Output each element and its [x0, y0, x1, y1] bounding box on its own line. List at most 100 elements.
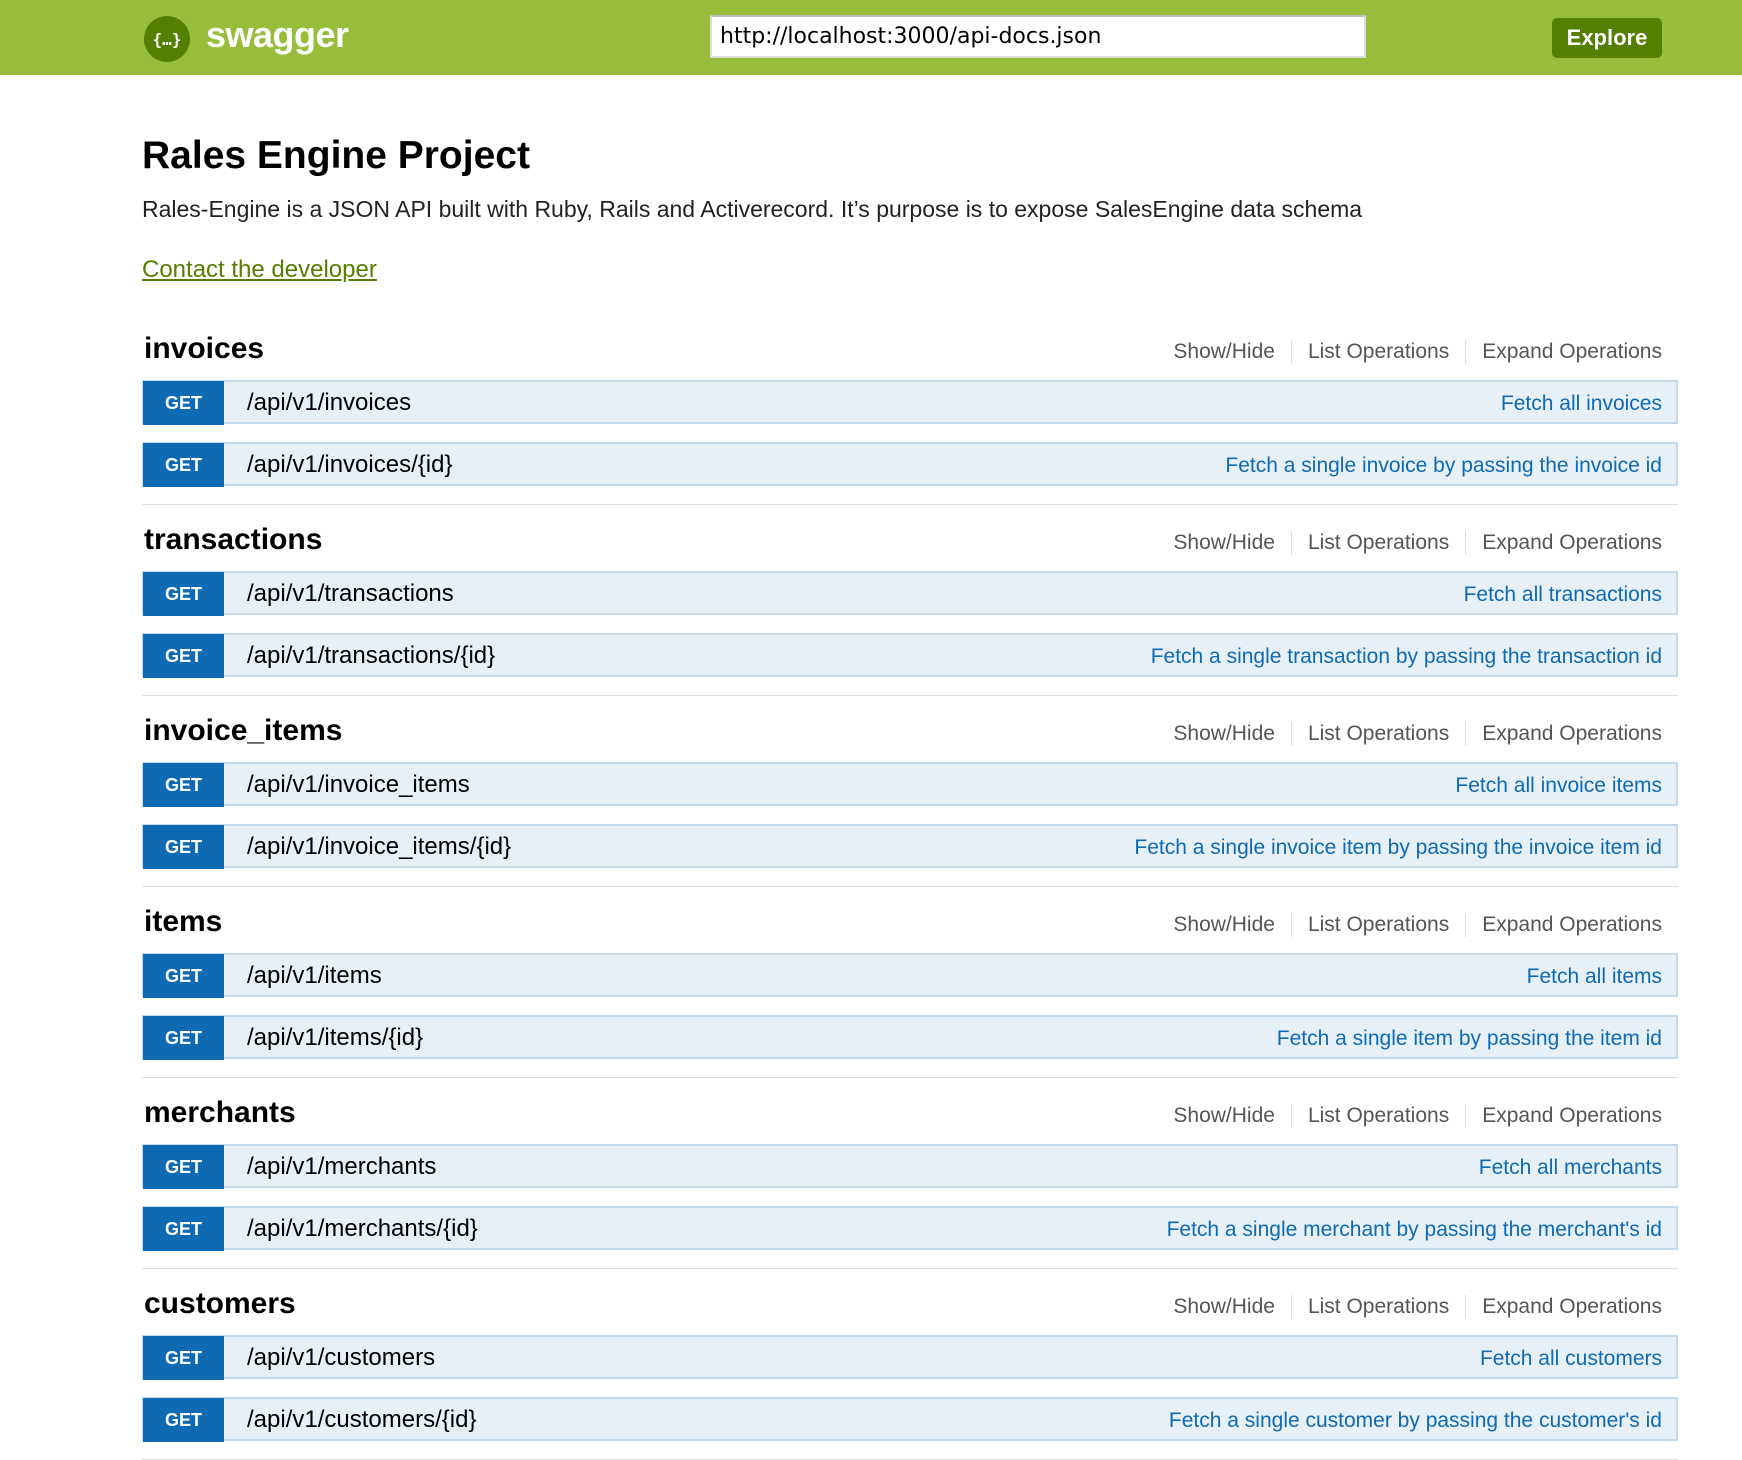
- show-hide-link[interactable]: Show/Hide: [1157, 722, 1291, 746]
- resource-operations-links: Show/Hide List Operations Expand Operati…: [1157, 722, 1662, 746]
- operation-summary[interactable]: Fetch all invoices: [1501, 392, 1662, 416]
- resource-header: invoice_items Show/Hide List Operations …: [142, 704, 1678, 762]
- http-method-badge[interactable]: GET: [143, 1336, 224, 1380]
- operation-path[interactable]: /api/v1/merchants: [247, 1153, 436, 1181]
- operation-summary[interactable]: Fetch all items: [1527, 965, 1662, 989]
- resource-header: transactions Show/Hide List Operations E…: [142, 513, 1678, 571]
- expand-operations-link[interactable]: Expand Operations: [1465, 722, 1662, 746]
- expand-operations-link[interactable]: Expand Operations: [1465, 1104, 1662, 1128]
- resource-name[interactable]: customers: [144, 1287, 296, 1321]
- swagger-logo-icon[interactable]: {…}: [144, 16, 190, 62]
- operation-summary[interactable]: Fetch all merchants: [1479, 1156, 1662, 1180]
- resource-operations-links: Show/Hide List Operations Expand Operati…: [1157, 1295, 1662, 1319]
- show-hide-link[interactable]: Show/Hide: [1157, 913, 1291, 937]
- operation-row[interactable]: GET /api/v1/customers Fetch all customer…: [142, 1335, 1678, 1380]
- operations: GET /api/v1/customers Fetch all customer…: [142, 1335, 1678, 1442]
- resource-operations-links: Show/Hide List Operations Expand Operati…: [1157, 1104, 1662, 1128]
- operations: GET /api/v1/merchants Fetch all merchant…: [142, 1144, 1678, 1251]
- http-method-badge[interactable]: GET: [143, 1398, 224, 1442]
- api-url-input[interactable]: [710, 15, 1366, 58]
- resource-header: invoices Show/Hide List Operations Expan…: [142, 322, 1678, 380]
- operation-row[interactable]: GET /api/v1/customers/{id} Fetch a singl…: [142, 1397, 1678, 1442]
- operation-summary[interactable]: Fetch a single invoice item by passing t…: [1134, 836, 1662, 860]
- operations: GET /api/v1/items Fetch all items GET /a…: [142, 953, 1678, 1060]
- operation-path[interactable]: /api/v1/invoice_items: [247, 771, 470, 799]
- resource-header: items Show/Hide List Operations Expand O…: [142, 895, 1678, 953]
- operation-row[interactable]: GET /api/v1/transactions Fetch all trans…: [142, 571, 1678, 616]
- operation-path[interactable]: /api/v1/invoices: [247, 389, 411, 417]
- operation-summary[interactable]: Fetch a single transaction by passing th…: [1151, 645, 1662, 669]
- operation-path[interactable]: /api/v1/items: [247, 962, 382, 990]
- operation-summary[interactable]: Fetch a single customer by passing the c…: [1169, 1409, 1662, 1433]
- http-method-badge[interactable]: GET: [143, 1207, 224, 1251]
- expand-operations-link[interactable]: Expand Operations: [1465, 340, 1662, 364]
- operation-row[interactable]: GET /api/v1/items Fetch all items: [142, 953, 1678, 998]
- resource-section: invoices Show/Hide List Operations Expan…: [142, 314, 1678, 505]
- operation-path[interactable]: /api/v1/customers: [247, 1344, 435, 1372]
- resource-operations-links: Show/Hide List Operations Expand Operati…: [1157, 340, 1662, 364]
- operation-row[interactable]: GET /api/v1/merchants Fetch all merchant…: [142, 1144, 1678, 1189]
- resource-list: invoices Show/Hide List Operations Expan…: [142, 314, 1678, 1460]
- operation-row[interactable]: GET /api/v1/invoice_items Fetch all invo…: [142, 762, 1678, 807]
- operation-row[interactable]: GET /api/v1/invoices/{id} Fetch a single…: [142, 442, 1678, 487]
- list-operations-link[interactable]: List Operations: [1290, 722, 1465, 746]
- explore-button[interactable]: Explore: [1552, 18, 1662, 58]
- list-operations-link[interactable]: List Operations: [1290, 531, 1465, 555]
- resource-name[interactable]: transactions: [144, 523, 322, 557]
- operation-summary[interactable]: Fetch a single item by passing the item …: [1277, 1027, 1662, 1051]
- show-hide-link[interactable]: Show/Hide: [1157, 1104, 1291, 1128]
- http-method-badge[interactable]: GET: [143, 763, 224, 807]
- show-hide-link[interactable]: Show/Hide: [1157, 531, 1291, 555]
- show-hide-link[interactable]: Show/Hide: [1157, 340, 1291, 364]
- resource-section: items Show/Hide List Operations Expand O…: [142, 887, 1678, 1078]
- resource-section: merchants Show/Hide List Operations Expa…: [142, 1078, 1678, 1269]
- operation-path[interactable]: /api/v1/merchants/{id}: [247, 1215, 478, 1243]
- expand-operations-link[interactable]: Expand Operations: [1465, 531, 1662, 555]
- operation-summary[interactable]: Fetch all transactions: [1464, 583, 1662, 607]
- operation-summary[interactable]: Fetch all customers: [1480, 1347, 1662, 1371]
- top-bar: {…} swagger Explore: [0, 0, 1742, 75]
- http-method-badge[interactable]: GET: [143, 1145, 224, 1189]
- operation-row[interactable]: GET /api/v1/transactions/{id} Fetch a si…: [142, 633, 1678, 678]
- operation-path[interactable]: /api/v1/transactions: [247, 580, 454, 608]
- resource-section: invoice_items Show/Hide List Operations …: [142, 696, 1678, 887]
- operation-row[interactable]: GET /api/v1/invoice_items/{id} Fetch a s…: [142, 824, 1678, 869]
- operations: GET /api/v1/invoices Fetch all invoices …: [142, 380, 1678, 487]
- http-method-badge[interactable]: GET: [143, 634, 224, 678]
- operation-row[interactable]: GET /api/v1/invoices Fetch all invoices: [142, 380, 1678, 425]
- swagger-logo-text[interactable]: swagger: [206, 14, 349, 56]
- operation-path[interactable]: /api/v1/transactions/{id}: [247, 642, 495, 670]
- operation-path[interactable]: /api/v1/customers/{id}: [247, 1406, 476, 1434]
- operation-summary[interactable]: Fetch a single invoice by passing the in…: [1225, 454, 1662, 478]
- http-method-badge[interactable]: GET: [143, 443, 224, 487]
- operations: GET /api/v1/transactions Fetch all trans…: [142, 571, 1678, 678]
- http-method-badge[interactable]: GET: [143, 1016, 224, 1060]
- contact-developer-link[interactable]: Contact the developer: [142, 256, 377, 284]
- list-operations-link[interactable]: List Operations: [1290, 1295, 1465, 1319]
- resource-name[interactable]: merchants: [144, 1096, 296, 1130]
- resource-name[interactable]: invoices: [144, 332, 264, 366]
- show-hide-link[interactable]: Show/Hide: [1157, 1295, 1291, 1319]
- operation-summary[interactable]: Fetch all invoice items: [1455, 774, 1662, 798]
- http-method-badge[interactable]: GET: [143, 381, 224, 425]
- list-operations-link[interactable]: List Operations: [1290, 340, 1465, 364]
- operation-row[interactable]: GET /api/v1/merchants/{id} Fetch a singl…: [142, 1206, 1678, 1251]
- resource-operations-links: Show/Hide List Operations Expand Operati…: [1157, 913, 1662, 937]
- page-title: Rales Engine Project: [142, 134, 530, 177]
- resource-name[interactable]: invoice_items: [144, 714, 342, 748]
- operation-path[interactable]: /api/v1/invoice_items/{id}: [247, 833, 511, 861]
- http-method-badge[interactable]: GET: [143, 572, 224, 616]
- operation-path[interactable]: /api/v1/items/{id}: [247, 1024, 423, 1052]
- http-method-badge[interactable]: GET: [143, 825, 224, 869]
- api-description: Rales-Engine is a JSON API built with Ru…: [142, 196, 1363, 222]
- resource-name[interactable]: items: [144, 905, 222, 939]
- operation-summary[interactable]: Fetch a single merchant by passing the m…: [1167, 1218, 1662, 1242]
- http-method-badge[interactable]: GET: [143, 954, 224, 998]
- list-operations-link[interactable]: List Operations: [1290, 1104, 1465, 1128]
- operation-row[interactable]: GET /api/v1/items/{id} Fetch a single it…: [142, 1015, 1678, 1060]
- expand-operations-link[interactable]: Expand Operations: [1465, 1295, 1662, 1319]
- operation-path[interactable]: /api/v1/invoices/{id}: [247, 451, 452, 479]
- resource-section: transactions Show/Hide List Operations E…: [142, 505, 1678, 696]
- list-operations-link[interactable]: List Operations: [1290, 913, 1465, 937]
- expand-operations-link[interactable]: Expand Operations: [1465, 913, 1662, 937]
